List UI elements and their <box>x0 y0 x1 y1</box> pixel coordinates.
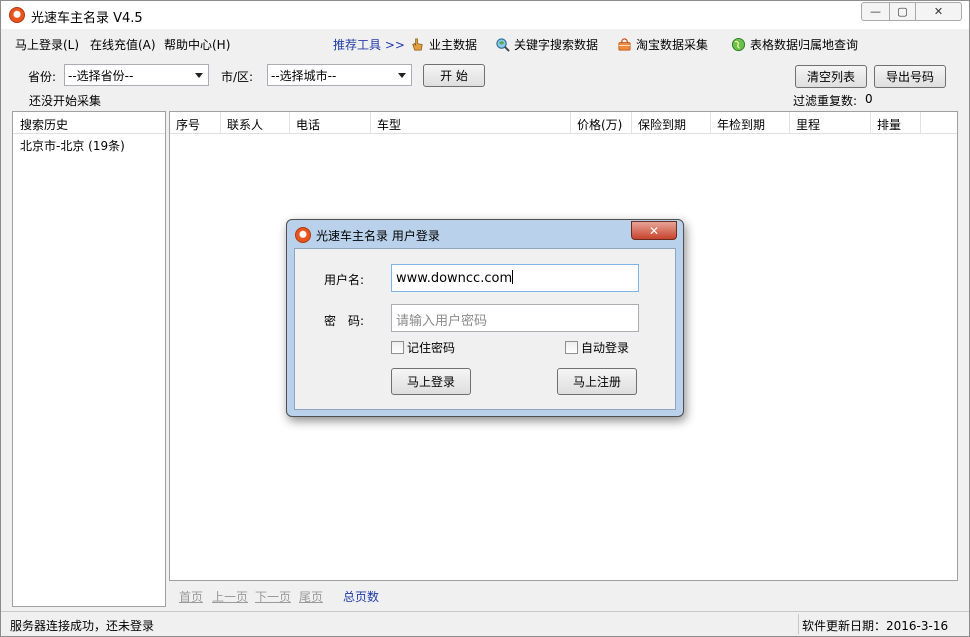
tool-label: 淘宝数据采集 <box>636 38 709 52</box>
city-label: 市/区: <box>221 70 254 84</box>
menu-login[interactable]: 马上登录(L) <box>15 36 79 53</box>
status-divider <box>798 614 799 634</box>
column-header-insurance-expiry[interactable]: 保险到期 <box>632 112 711 134</box>
province-select[interactable]: --选择省份-- <box>64 64 209 86</box>
magnifier-globe-icon <box>496 38 510 52</box>
auto-login-checkbox[interactable]: 自动登录 <box>565 339 629 356</box>
login-dialog-title: 光速车主名录 用户登录 <box>316 229 440 243</box>
collect-status-note: 还没开始采集 <box>29 94 102 108</box>
tool-label: 业主数据 <box>429 38 478 52</box>
app-logo-icon <box>295 227 311 243</box>
title-bar: 光速车主名录 V4.5 — ▢ ✕ <box>1 1 969 29</box>
minimize-button[interactable]: — <box>861 2 890 21</box>
dedupe-label: 过滤重复数: <box>793 94 858 108</box>
history-item[interactable]: 北京市-北京 (19条) <box>13 134 165 157</box>
tool-label: 表格数据归属地查询 <box>750 38 859 52</box>
username-label: 用户名: <box>324 273 365 287</box>
tool-taobao-collect[interactable]: 淘宝数据采集 <box>617 36 708 53</box>
maximize-button[interactable]: ▢ <box>889 2 916 21</box>
tool-label: 关键字搜索数据 <box>514 38 599 52</box>
column-header-phone[interactable]: 电话 <box>290 112 371 134</box>
username-input[interactable]: www.downcc.com <box>391 264 639 292</box>
password-label: 密 码: <box>324 314 365 328</box>
tool-owner-data[interactable]: 业主数据 <box>410 36 477 53</box>
login-button[interactable]: 马上登录 <box>391 368 471 395</box>
register-button[interactable]: 马上注册 <box>557 368 637 395</box>
column-header-price[interactable]: 价格(万) <box>571 112 632 134</box>
city-select-value: --选择城市-- <box>271 69 337 83</box>
pager-first[interactable]: 首页 <box>179 588 203 605</box>
connection-status: 服务器连接成功，还未登录 <box>10 619 155 633</box>
grid-header: 序号 联系人 电话 车型 价格(万) 保险到期 年检到期 里程 排量 <box>170 112 957 134</box>
login-dialog-close-button[interactable]: ✕ <box>631 221 677 240</box>
username-value: www.downcc.com <box>396 271 513 286</box>
chevron-down-icon <box>398 73 406 78</box>
password-input[interactable]: 请输入用户密码 <box>391 304 639 332</box>
menu-help[interactable]: 帮助中心(H) <box>164 36 230 53</box>
column-header-displacement[interactable]: 排量 <box>871 112 921 134</box>
column-header-model[interactable]: 车型 <box>371 112 571 134</box>
chevron-down-icon <box>195 73 203 78</box>
update-date: 软件更新日期：2016-3-16 <box>802 619 949 633</box>
column-header-mileage[interactable]: 里程 <box>790 112 871 134</box>
province-select-value: --选择省份-- <box>68 69 134 83</box>
pager-last[interactable]: 尾页 <box>299 588 323 605</box>
window-title: 光速车主名录 V4.5 <box>31 11 143 26</box>
dedupe-count: 0 <box>865 92 873 106</box>
app-logo-icon <box>9 7 25 23</box>
search-history-panel: 搜索历史 北京市-北京 (19条) <box>12 111 166 607</box>
column-header-inspection-expiry[interactable]: 年检到期 <box>711 112 790 134</box>
tool-region-lookup[interactable]: 表格数据归属地查询 <box>731 36 858 53</box>
pager-next[interactable]: 下一页 <box>255 588 291 605</box>
menu-recharge[interactable]: 在线充值(A) <box>90 36 156 53</box>
menu-bar: 马上登录(L) 在线充值(A) 帮助中心(H) 推荐工具 >> 业主数据 关键字… <box>1 29 969 57</box>
globe-icon <box>731 37 746 52</box>
text-caret <box>512 270 514 284</box>
auto-login-label: 自动登录 <box>581 341 630 355</box>
start-button[interactable]: 开 始 <box>423 64 485 87</box>
filter-toolbar: 省份: --选择省份-- 市/区: --选择城市-- 开 始 清空列表 导出号码… <box>1 57 969 108</box>
checkbox-box <box>565 341 578 354</box>
close-button[interactable]: ✕ <box>915 2 962 21</box>
city-select[interactable]: --选择城市-- <box>267 64 412 86</box>
tool-keyword-search[interactable]: 关键字搜索数据 <box>495 36 598 53</box>
pager-prev[interactable]: 上一页 <box>212 588 248 605</box>
remember-password-label: 记住密码 <box>407 341 456 355</box>
shopping-bag-icon <box>618 38 631 51</box>
recommend-tools-label: 推荐工具 >> <box>333 38 405 52</box>
province-label: 省份: <box>28 70 57 84</box>
column-header-contact[interactable]: 联系人 <box>221 112 290 134</box>
hand-pointer-icon <box>412 38 423 51</box>
remember-password-checkbox[interactable]: 记住密码 <box>391 339 455 356</box>
status-bar: 服务器连接成功，还未登录 软件更新日期：2016-3-16 <box>1 611 969 636</box>
export-numbers-button[interactable]: 导出号码 <box>874 65 946 88</box>
pager-total: 总页数 <box>343 590 380 604</box>
login-dialog-body: 用户名: www.downcc.com 密 码: 请输入用户密码 记住密码 自动… <box>294 248 676 410</box>
checkbox-box <box>391 341 404 354</box>
column-header-index[interactable]: 序号 <box>170 112 221 134</box>
clear-list-button[interactable]: 清空列表 <box>795 65 867 88</box>
login-dialog: 光速车主名录 用户登录 ✕ 用户名: www.downcc.com 密 码: 请… <box>286 219 684 417</box>
search-history-header: 搜索历史 <box>13 112 165 134</box>
